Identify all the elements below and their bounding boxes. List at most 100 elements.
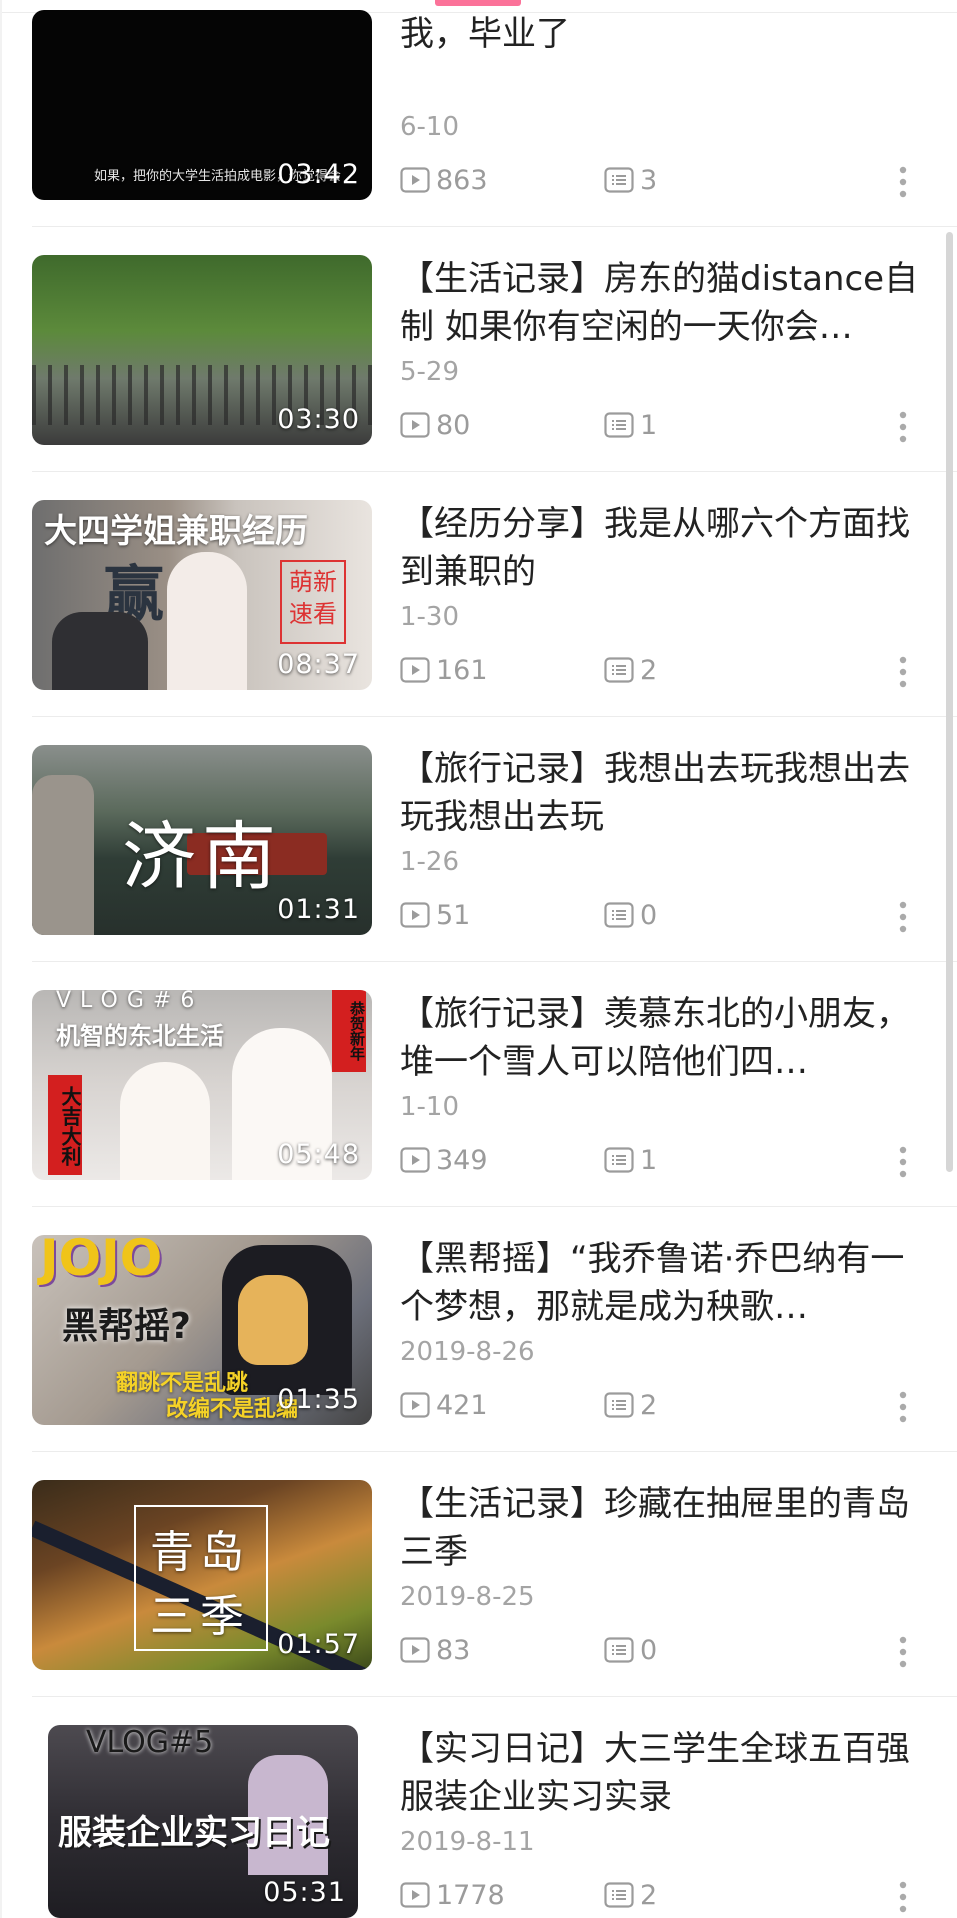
video-title[interactable]: 【经历分享】我是从哪六个方面找到兼职的	[400, 500, 920, 596]
video-duration: 01:57	[277, 1629, 360, 1660]
video-item[interactable]: JOJO 黑帮摇? 翻跳不是乱跳 改编不是乱编 01:35 【黑帮摇】“我乔鲁诺…	[0, 1225, 957, 1469]
video-date: 2019-8-11	[400, 1827, 535, 1857]
video-title[interactable]: 【实习日记】大三学生全球五百强服装企业实习实录	[400, 1725, 920, 1821]
video-title[interactable]: 【旅行记录】羡慕东北的小朋友，堆一个雪人可以陪他们四…	[400, 990, 920, 1086]
video-date: 2019-8-26	[400, 1337, 535, 1367]
view-count: 1778	[400, 1877, 505, 1913]
item-divider	[32, 226, 957, 227]
view-count: 51	[400, 897, 470, 933]
video-item[interactable]: 如果，把你的大学生活拍成电影，你觉得会 03:42 我，毕业了 6-10 863…	[0, 0, 957, 244]
video-item[interactable]: 03:30 【生活记录】房东的猫distance自制 如果你有空闲的一天你会… …	[0, 245, 957, 489]
thumbnail-caption: JOJO	[40, 1235, 163, 1287]
more-vertical-icon[interactable]	[893, 897, 913, 937]
thumbnail-subcaption: 黑帮摇?	[62, 1306, 191, 1347]
comment-count-icon	[604, 1147, 634, 1173]
comment-count-icon	[604, 902, 634, 928]
play-count-icon	[400, 1882, 430, 1908]
video-item[interactable]: VLOG#5 服装企业实习日记 05:31 【实习日记】大三学生全球五百强服装企…	[0, 1715, 957, 1918]
more-vertical-icon[interactable]	[893, 1877, 913, 1917]
video-thumbnail[interactable]: 03:30	[32, 255, 372, 445]
more-vertical-icon[interactable]	[893, 1142, 913, 1182]
comment-count-icon	[604, 1637, 634, 1663]
video-thumbnail[interactable]: 如果，把你的大学生活拍成电影，你觉得会 03:42	[32, 10, 372, 200]
view-count-value: 421	[436, 1389, 488, 1421]
comment-count: 1	[604, 407, 657, 443]
view-count-value: 83	[436, 1634, 471, 1666]
stone-pillar-graphic	[32, 775, 94, 935]
comment-count-icon	[604, 167, 634, 193]
video-item[interactable]: VLOG#6 机智的东北生活 大吉大利 恭贺新年 05:48 【旅行记录】羡慕东…	[0, 980, 957, 1224]
thumbnail-caption: 济南	[122, 814, 282, 900]
video-item[interactable]: 济南 01:31 【旅行记录】我想出去玩我想出去玩我想出去玩 1-26 51 0	[0, 735, 957, 979]
comment-count-value: 1	[640, 1144, 658, 1176]
item-divider	[32, 961, 957, 962]
view-count: 83	[400, 1632, 470, 1668]
video-title[interactable]: 【生活记录】房东的猫distance自制 如果你有空闲的一天你会…	[400, 255, 920, 351]
video-date: 1-30	[400, 602, 460, 632]
video-title[interactable]: 【黑帮摇】“我乔鲁诺·乔巴纳有一个梦想，那就是成为秧歌…	[400, 1235, 920, 1331]
more-vertical-icon[interactable]	[893, 1387, 913, 1427]
item-divider	[32, 471, 957, 472]
comment-count: 2	[604, 652, 657, 688]
view-count-value: 161	[436, 654, 488, 686]
video-title[interactable]: 【生活记录】珍藏在抽屉里的青岛三季	[400, 1480, 920, 1576]
video-item[interactable]: 青岛 三季 01:57 【生活记录】珍藏在抽屉里的青岛三季 2019-8-25 …	[0, 1470, 957, 1714]
video-thumbnail[interactable]: JOJO 黑帮摇? 翻跳不是乱跳 改编不是乱编 01:35	[32, 1235, 372, 1425]
view-count-value: 349	[436, 1144, 488, 1176]
view-count-value: 863	[436, 164, 488, 196]
comment-count-icon	[604, 1882, 634, 1908]
video-title[interactable]: 我，毕业了	[400, 10, 920, 58]
thumbnail-subcaption: 机智的东北生活	[56, 1022, 224, 1050]
view-count: 80	[400, 407, 470, 443]
comment-count-value: 3	[640, 164, 658, 196]
person-graphic	[52, 612, 148, 690]
video-item[interactable]: 大四学姐兼职经历 赢 萌新速看 08:37 【经历分享】我是从哪六个方面找到兼职…	[0, 490, 957, 734]
comment-count-value: 2	[640, 654, 658, 686]
video-duration: 05:48	[277, 1139, 360, 1170]
play-count-icon	[400, 902, 430, 928]
comment-count: 3	[604, 162, 657, 198]
view-count: 161	[400, 652, 488, 688]
video-title[interactable]: 【旅行记录】我想出去玩我想出去玩我想出去玩	[400, 745, 920, 841]
comment-count: 2	[604, 1877, 657, 1913]
thumbnail-caption: VLOG#5	[86, 1725, 214, 1760]
comment-count: 0	[604, 1632, 657, 1668]
play-count-icon	[400, 1637, 430, 1663]
play-count-icon	[400, 657, 430, 683]
more-vertical-icon[interactable]	[893, 1632, 913, 1672]
play-count-icon	[400, 1147, 430, 1173]
video-date: 1-10	[400, 1092, 460, 1122]
thumbnail-caption: VLOG#6	[56, 990, 204, 1013]
play-count-icon	[400, 1392, 430, 1418]
scrollbar[interactable]	[946, 232, 953, 1172]
video-thumbnail[interactable]: 大四学姐兼职经历 赢 萌新速看 08:37	[32, 500, 372, 690]
video-date: 2019-8-25	[400, 1582, 535, 1612]
thumbnail-caption: 大四学姐兼职经历	[44, 511, 308, 550]
comment-count-value: 0	[640, 899, 658, 931]
person-graphic	[120, 1062, 210, 1180]
thumbnail-stamp: 萌新速看	[280, 560, 346, 644]
video-date: 5-29	[400, 357, 460, 387]
view-count: 863	[400, 162, 488, 198]
view-count-value: 1778	[436, 1879, 505, 1911]
view-count-value: 80	[436, 409, 471, 441]
comment-count: 0	[604, 897, 657, 933]
video-duration: 01:31	[277, 894, 360, 925]
thumbnail-banner: 大吉大利	[48, 1075, 82, 1175]
video-thumbnail[interactable]: VLOG#5 服装企业实习日记 05:31	[48, 1725, 358, 1918]
more-vertical-icon[interactable]	[893, 652, 913, 692]
video-thumbnail[interactable]: VLOG#6 机智的东北生活 大吉大利 恭贺新年 05:48	[32, 990, 372, 1180]
comment-count-value: 2	[640, 1879, 658, 1911]
view-count-value: 51	[436, 899, 471, 931]
video-thumbnail[interactable]: 济南 01:31	[32, 745, 372, 935]
video-thumbnail[interactable]: 青岛 三季 01:57	[32, 1480, 372, 1670]
item-divider	[32, 1206, 957, 1207]
more-vertical-icon[interactable]	[893, 162, 913, 202]
video-date: 6-10	[400, 112, 460, 142]
video-duration: 01:35	[277, 1384, 360, 1415]
video-date: 1-26	[400, 847, 460, 877]
item-divider	[32, 716, 957, 717]
comment-count-icon	[604, 657, 634, 683]
item-divider	[32, 1696, 957, 1697]
more-vertical-icon[interactable]	[893, 407, 913, 447]
